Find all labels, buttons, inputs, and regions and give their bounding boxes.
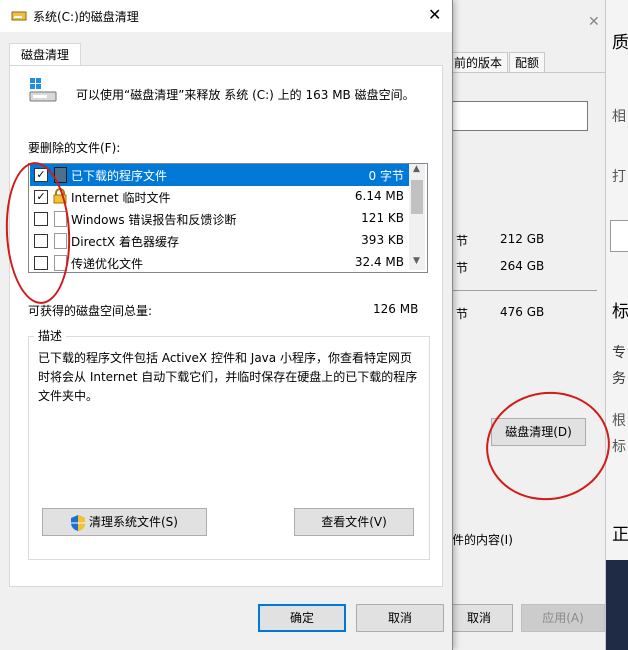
file-size: 0 字节: [368, 169, 404, 183]
list-item[interactable]: DirectX 着色器缓存 393 KB: [30, 230, 410, 252]
outer-dark-image: [606, 560, 628, 650]
capacity-unit: 节: [456, 307, 469, 321]
outer-char-1: 相: [612, 109, 626, 125]
dialog-title: 系统(C:)的磁盘清理: [33, 10, 139, 24]
file-size: 6.14 MB: [354, 189, 404, 203]
total-value: 126 MB: [373, 302, 419, 316]
shield-icon: [71, 515, 85, 531]
files-list[interactable]: ✓ 已下载的程序文件 0 字节 ✓ Internet 临时文件 6.14 MB …: [28, 163, 428, 273]
outer-char-2: 打: [612, 169, 626, 185]
file-size: 393 KB: [361, 233, 404, 247]
cleanup-system-files-label: 清理系统文件(S): [89, 515, 178, 529]
drive-label-field[interactable]: [452, 101, 588, 131]
outer-char-5: 务: [612, 371, 626, 387]
list-item[interactable]: Windows 错误报告和反馈诊断 121 KB: [30, 208, 410, 230]
capacity-value: 476 GB: [500, 305, 545, 319]
free-space-value: 264 GB: [500, 259, 545, 273]
description-label: 描述: [34, 327, 67, 344]
properties-window: [440, 0, 628, 650]
file-size: 121 KB: [361, 211, 404, 225]
intro-text: 可以使用“磁盘清理”来释放 系统 (C:) 上的 163 MB 磁盘空间。: [76, 88, 415, 102]
outer-char-8: 正: [612, 525, 628, 545]
scroll-up-icon[interactable]: ▲: [413, 164, 420, 174]
tab-divider: [440, 72, 605, 73]
ok-button[interactable]: 确定: [258, 604, 346, 632]
drive-icon: [11, 10, 27, 22]
outer-char-6: 根: [612, 413, 626, 429]
file-size: 32.4 MB: [354, 255, 404, 269]
list-item[interactable]: ✓ 已下载的程序文件 0 字节: [30, 164, 410, 186]
tab-disk-cleanup[interactable]: 磁盘清理: [9, 43, 81, 67]
cancel-button[interactable]: 取消: [356, 604, 444, 632]
disk-cleanup-icon: [28, 76, 60, 106]
tab-quota[interactable]: 配额: [509, 52, 546, 73]
description-text: 已下载的程序文件包括 ActiveX 控件和 Java 小程序，你查看特定网页时…: [38, 351, 418, 403]
file-name: 已下载的程序文件: [71, 169, 168, 183]
view-files-button[interactable]: 查看文件(V): [294, 508, 414, 536]
used-space-unit: 节: [456, 234, 469, 248]
scroll-down-icon[interactable]: ▼: [413, 256, 420, 266]
properties-close-icon[interactable]: ✕: [588, 14, 600, 30]
file-name: 传递优化文件: [71, 257, 144, 271]
outer-char-4: 专: [612, 345, 626, 361]
free-space-unit: 节: [456, 261, 469, 275]
dialog-close-icon[interactable]: ✕: [428, 5, 441, 24]
capacity-divider: [452, 290, 597, 291]
properties-cancel-button[interactable]: 取消: [445, 604, 513, 632]
outer-field: [610, 220, 628, 252]
file-name: DirectX 着色器缓存: [71, 235, 179, 249]
file-name: Windows 错误报告和反馈诊断: [71, 213, 237, 227]
used-space-value: 212 GB: [500, 232, 545, 246]
apply-button[interactable]: 应用(A): [521, 604, 605, 632]
outer-char-0: 质: [612, 33, 628, 53]
files-label: 要删除的文件(F):: [28, 141, 121, 155]
index-contents-checkbox-label[interactable]: 件的内容(I): [452, 531, 513, 548]
list-item[interactable]: 传递优化文件 32.4 MB: [30, 252, 410, 274]
tab-previous-versions[interactable]: 前的版本: [448, 52, 509, 73]
scrollbar-thumb[interactable]: [411, 180, 423, 214]
total-label: 可获得的磁盘空间总量:: [28, 304, 153, 318]
outer-char-7: 标: [612, 439, 626, 455]
outer-window: [605, 0, 628, 650]
cleanup-system-files-button[interactable]: 清理系统文件(S): [42, 508, 207, 536]
list-item[interactable]: ✓ Internet 临时文件 6.14 MB: [30, 186, 410, 208]
outer-char-3: 标: [612, 302, 628, 322]
file-name: Internet 临时文件: [71, 191, 171, 205]
